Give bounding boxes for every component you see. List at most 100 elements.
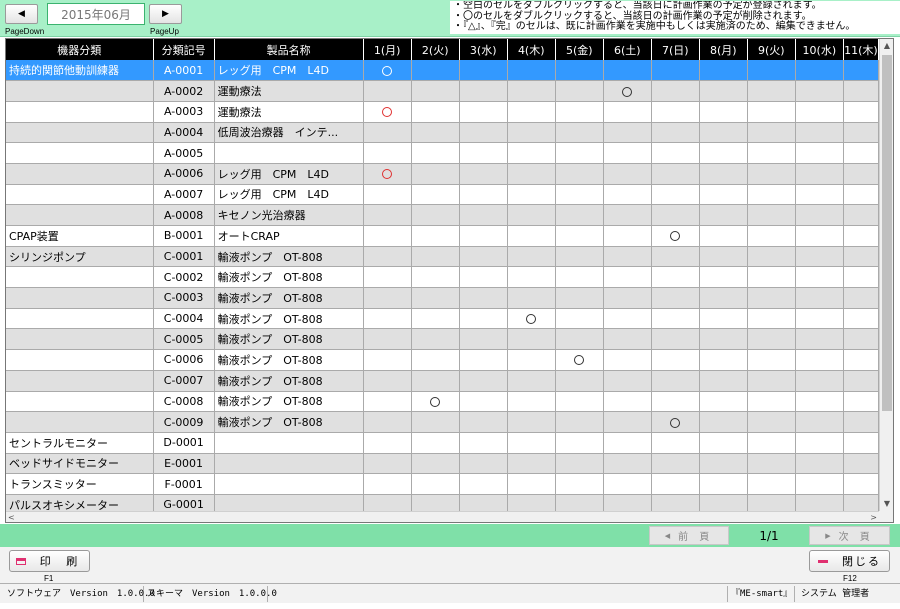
day-cell[interactable] xyxy=(411,370,460,392)
table-row[interactable]: C-0007 輸液ポンプ OT-808 xyxy=(6,370,880,392)
day-cell[interactable] xyxy=(459,391,508,413)
table-row[interactable]: トランスミッター F-0001 xyxy=(6,473,880,495)
day-cell[interactable] xyxy=(459,246,508,268)
day-cell[interactable] xyxy=(795,60,844,82)
schedule-grid[interactable]: 機器分類 分類記号 製品名称 1(月) 2(火) 3(水) 4(木) 5(金) 6(土) 7(日)… xyxy=(5,38,894,523)
day-cell[interactable] xyxy=(363,349,412,371)
day-cell[interactable] xyxy=(555,328,604,351)
table-row[interactable]: C-0005 輸液ポンプ OT-808 xyxy=(6,328,880,351)
day-cell[interactable] xyxy=(747,101,796,123)
print-button[interactable]: 印 刷 xyxy=(9,550,90,572)
day-cell[interactable] xyxy=(603,266,652,289)
day-cell[interactable] xyxy=(747,328,796,351)
day-cell[interactable] xyxy=(507,287,556,309)
day-cell[interactable] xyxy=(843,328,880,351)
day-cell[interactable] xyxy=(555,204,604,226)
day-cell[interactable] xyxy=(843,184,880,206)
day-cell[interactable] xyxy=(651,411,700,433)
day-cell[interactable] xyxy=(363,432,412,454)
day-cell[interactable] xyxy=(459,287,508,309)
day-cell[interactable] xyxy=(411,287,460,309)
day-cell[interactable] xyxy=(747,370,796,392)
day-cell[interactable] xyxy=(411,60,460,82)
table-row[interactable]: C-0002 輸液ポンプ OT-808 xyxy=(6,266,880,289)
day-cell[interactable] xyxy=(603,370,652,392)
day-cell[interactable] xyxy=(843,163,880,185)
day-cell[interactable] xyxy=(555,60,604,82)
day-cell[interactable] xyxy=(507,266,556,289)
day-cell[interactable] xyxy=(795,101,844,123)
day-cell[interactable] xyxy=(411,246,460,268)
day-cell[interactable] xyxy=(555,411,604,433)
day-cell[interactable] xyxy=(411,432,460,454)
day-cell[interactable] xyxy=(747,225,796,247)
day-cell[interactable] xyxy=(555,101,604,123)
day-cell[interactable] xyxy=(555,287,604,309)
day-cell[interactable] xyxy=(747,349,796,371)
day-cell[interactable] xyxy=(843,287,880,309)
day-cell[interactable] xyxy=(795,328,844,351)
day-cell[interactable] xyxy=(843,266,880,289)
day-cell[interactable] xyxy=(411,391,460,413)
day-cell[interactable] xyxy=(747,204,796,226)
previous-page-button[interactable]: ◀ 前 頁 xyxy=(649,526,729,545)
day-cell[interactable] xyxy=(843,225,880,247)
day-cell[interactable] xyxy=(795,287,844,309)
day-cell[interactable] xyxy=(555,184,604,206)
day-cell[interactable] xyxy=(699,473,748,495)
day-cell[interactable] xyxy=(363,453,412,475)
table-row[interactable]: A-0003 運動療法 xyxy=(6,101,880,123)
scroll-up-icon[interactable]: ▲ xyxy=(880,39,893,53)
scroll-thumb[interactable] xyxy=(882,55,892,411)
day-cell[interactable] xyxy=(699,328,748,351)
day-cell[interactable] xyxy=(507,349,556,371)
next-page-button[interactable]: ▶ 次 頁 xyxy=(809,526,890,545)
day-cell[interactable] xyxy=(507,411,556,433)
day-cell[interactable] xyxy=(603,225,652,247)
day-cell[interactable] xyxy=(795,349,844,371)
day-cell[interactable] xyxy=(795,80,844,102)
day-cell[interactable] xyxy=(555,308,604,330)
table-row[interactable]: C-0009 輸液ポンプ OT-808 xyxy=(6,411,880,433)
day-cell[interactable] xyxy=(459,266,508,289)
day-cell[interactable] xyxy=(699,453,748,475)
table-row[interactable]: 持続的関節他動訓練器 A-0001 レッグ用 CPM L4D xyxy=(6,60,880,82)
day-cell[interactable] xyxy=(795,473,844,495)
day-cell[interactable] xyxy=(795,432,844,454)
day-cell[interactable] xyxy=(411,453,460,475)
close-button[interactable]: 閉じる xyxy=(809,550,890,572)
day-cell[interactable] xyxy=(795,391,844,413)
day-cell[interactable] xyxy=(603,101,652,123)
table-row[interactable]: C-0006 輸液ポンプ OT-808 xyxy=(6,349,880,371)
day-cell[interactable] xyxy=(651,122,700,144)
day-cell[interactable] xyxy=(747,142,796,164)
day-cell[interactable] xyxy=(459,432,508,454)
day-cell[interactable] xyxy=(411,328,460,351)
day-cell[interactable] xyxy=(603,349,652,371)
day-cell[interactable] xyxy=(363,101,412,123)
day-cell[interactable] xyxy=(651,328,700,351)
day-cell[interactable] xyxy=(603,308,652,330)
day-cell[interactable] xyxy=(747,391,796,413)
day-cell[interactable] xyxy=(507,80,556,102)
day-cell[interactable] xyxy=(747,287,796,309)
day-cell[interactable] xyxy=(795,204,844,226)
day-cell[interactable] xyxy=(507,142,556,164)
day-cell[interactable] xyxy=(843,473,880,495)
day-cell[interactable] xyxy=(363,60,412,82)
day-cell[interactable] xyxy=(603,204,652,226)
day-cell[interactable] xyxy=(699,101,748,123)
day-cell[interactable] xyxy=(603,328,652,351)
day-cell[interactable] xyxy=(363,225,412,247)
day-cell[interactable] xyxy=(507,204,556,226)
day-cell[interactable] xyxy=(843,122,880,144)
day-cell[interactable] xyxy=(843,204,880,226)
day-cell[interactable] xyxy=(747,184,796,206)
day-cell[interactable] xyxy=(651,225,700,247)
day-cell[interactable] xyxy=(363,370,412,392)
day-cell[interactable] xyxy=(363,411,412,433)
day-cell[interactable] xyxy=(411,163,460,185)
day-cell[interactable] xyxy=(843,432,880,454)
day-cell[interactable] xyxy=(555,246,604,268)
day-cell[interactable] xyxy=(555,122,604,144)
